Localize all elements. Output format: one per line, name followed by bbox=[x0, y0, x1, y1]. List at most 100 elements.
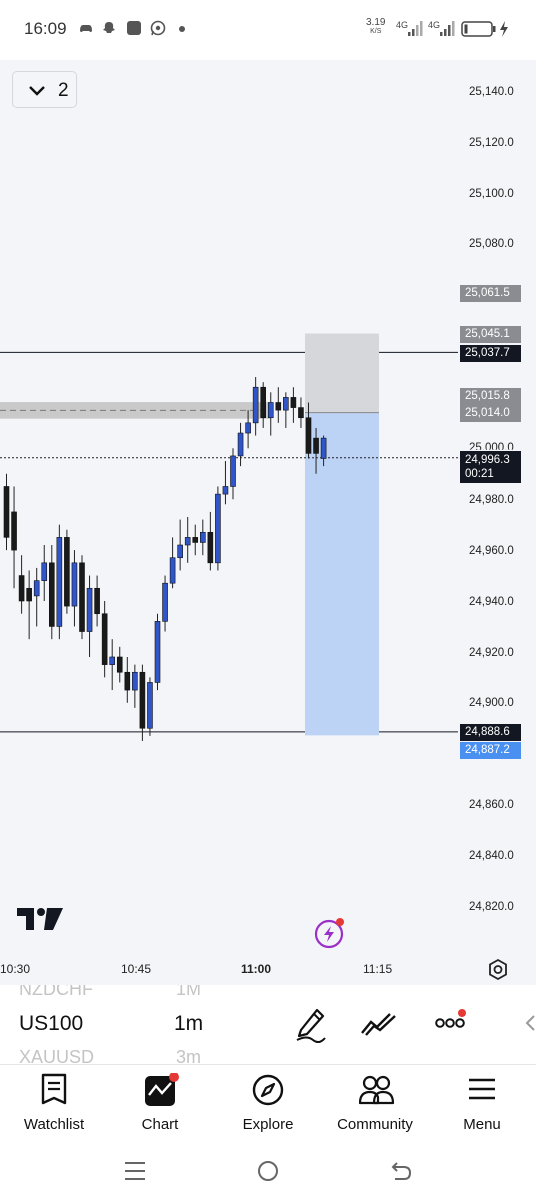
candle-body bbox=[33, 580, 40, 597]
back-icon[interactable] bbox=[389, 1159, 413, 1183]
whatsapp-icon bbox=[150, 20, 166, 36]
candle-body bbox=[124, 671, 131, 691]
signal-bars-icon bbox=[408, 21, 423, 36]
recent-apps-icon[interactable] bbox=[123, 1159, 147, 1183]
candle-body bbox=[290, 397, 297, 408]
net-speed-value: 3.19 bbox=[366, 17, 386, 28]
candle-body bbox=[41, 562, 48, 581]
drawing-pen-icon[interactable] bbox=[293, 1005, 327, 1043]
chart-icon bbox=[145, 1073, 179, 1106]
time-axis-label-current: 11:00 bbox=[241, 962, 272, 976]
interval-next[interactable]: 3m bbox=[176, 1047, 201, 1064]
candle-body bbox=[79, 562, 85, 632]
lightning-icon[interactable] bbox=[313, 916, 347, 950]
bottom-navigation: Watchlist Chart Explore Community Menu bbox=[0, 1065, 536, 1145]
status-bar: 16:09 3.19 K/S 4G 4G bbox=[0, 0, 536, 60]
candle-body bbox=[71, 562, 78, 607]
nav-label: Watchlist bbox=[23, 1116, 85, 1133]
price-tag-zone-top: 25,015.8 bbox=[460, 388, 521, 405]
candle-body bbox=[222, 486, 229, 495]
candle-body bbox=[109, 656, 115, 665]
symbol-selector[interactable]: US100 bbox=[19, 1012, 83, 1036]
candle-body bbox=[237, 432, 244, 457]
candle-body bbox=[154, 621, 161, 683]
more-options-icon[interactable] bbox=[434, 1007, 470, 1033]
game-controller-icon bbox=[80, 25, 92, 32]
candle-body bbox=[11, 511, 17, 551]
app-icon bbox=[127, 21, 141, 35]
candle-body bbox=[48, 562, 55, 627]
layout-button[interactable]: 2 bbox=[12, 71, 77, 108]
candle-body bbox=[313, 437, 319, 454]
candle-body bbox=[56, 537, 63, 627]
price-tag-low-line: 24,888.6 bbox=[460, 724, 521, 741]
chevron-left-icon[interactable] bbox=[524, 1013, 536, 1033]
current-price: 24,996.3 bbox=[465, 454, 510, 466]
nav-watchlist[interactable]: Watchlist bbox=[4, 1065, 104, 1145]
price-axis-label: 24,860.0 bbox=[469, 799, 514, 811]
compass-icon bbox=[252, 1074, 284, 1106]
candle-body bbox=[230, 455, 236, 487]
price-axis-label: 24,840.0 bbox=[469, 850, 514, 862]
chart-settings-icon[interactable] bbox=[485, 957, 511, 983]
candle-body bbox=[101, 613, 108, 665]
tradingview-logo[interactable] bbox=[17, 908, 65, 932]
watchlist-icon bbox=[41, 1073, 67, 1105]
price-axis-label: 25,120.0 bbox=[469, 137, 514, 149]
candle-body bbox=[147, 682, 153, 729]
nav-chart[interactable]: Chart bbox=[110, 1065, 210, 1145]
candle-countdown: 00:21 bbox=[465, 468, 494, 480]
menu-icon bbox=[469, 1078, 495, 1100]
home-icon[interactable] bbox=[256, 1159, 280, 1183]
candle-body bbox=[320, 437, 327, 459]
nav-community[interactable]: Community bbox=[325, 1065, 425, 1145]
battery-icon bbox=[461, 21, 496, 37]
price-axis-label: 24,980.0 bbox=[469, 494, 514, 506]
price-axis-label: 25,100.0 bbox=[469, 188, 514, 200]
candlestick-chart[interactable] bbox=[0, 60, 536, 985]
layout-count: 2 bbox=[58, 80, 69, 101]
candle-body bbox=[64, 537, 70, 607]
price-axis-label: 25,140.0 bbox=[469, 86, 514, 98]
symbol-prev[interactable]: NZDCHF bbox=[19, 985, 93, 1000]
symbol-toolbar: NZDCHF US100 XAUUSD 1M 1m 3m bbox=[0, 985, 536, 1065]
price-axis-label: 24,820.0 bbox=[469, 901, 514, 913]
price-axis-label: 24,920.0 bbox=[469, 647, 514, 659]
stop-loss-zone bbox=[305, 333, 379, 413]
candle-body bbox=[298, 407, 304, 419]
candle-body bbox=[177, 544, 183, 559]
nav-menu[interactable]: Menu bbox=[432, 1065, 532, 1145]
candle-body bbox=[215, 493, 221, 564]
candle-body bbox=[267, 402, 274, 419]
signal-bars-icon-2 bbox=[440, 21, 455, 36]
candle-body bbox=[162, 582, 168, 622]
candle-body bbox=[26, 587, 32, 602]
candle-body bbox=[3, 486, 10, 538]
price-axis-label: 24,900.0 bbox=[469, 697, 514, 709]
status-time: 16:09 bbox=[24, 19, 67, 38]
indicators-icon[interactable] bbox=[360, 1011, 398, 1037]
candle-body bbox=[18, 575, 25, 602]
price-tag-high: 25,061.5 bbox=[460, 285, 521, 302]
candle-body bbox=[275, 402, 282, 411]
candle-body bbox=[245, 422, 251, 434]
candle-body bbox=[192, 537, 199, 543]
interval-selector[interactable]: 1m bbox=[174, 1012, 203, 1036]
net-speed-unit: K/S bbox=[370, 28, 382, 35]
charging-icon bbox=[500, 21, 508, 37]
symbol-next[interactable]: XAUUSD bbox=[19, 1047, 94, 1064]
net-speed: 3.19 K/S bbox=[366, 18, 385, 36]
time-axis-label: 10:30 bbox=[0, 962, 31, 976]
price-tag-line: 25,037.7 bbox=[460, 345, 521, 362]
interval-prev[interactable]: 1M bbox=[176, 985, 201, 1000]
price-axis-label: 24,960.0 bbox=[469, 545, 514, 557]
time-axis-label: 10:45 bbox=[121, 962, 152, 976]
price-axis-label: 25,080.0 bbox=[469, 238, 514, 250]
nav-explore[interactable]: Explore bbox=[218, 1065, 318, 1145]
time-axis-label: 11:15 bbox=[363, 962, 393, 976]
current-price-tag: 24,996.3 00:21 bbox=[460, 451, 521, 483]
candle-body bbox=[305, 417, 312, 454]
price-tag-entry: 25,014.0 bbox=[460, 405, 521, 422]
chart-area[interactable]: 2 25,140.0 25,120.0 25,100.0 25,080.0 25… bbox=[0, 60, 536, 985]
nav-label: Community bbox=[337, 1116, 413, 1133]
